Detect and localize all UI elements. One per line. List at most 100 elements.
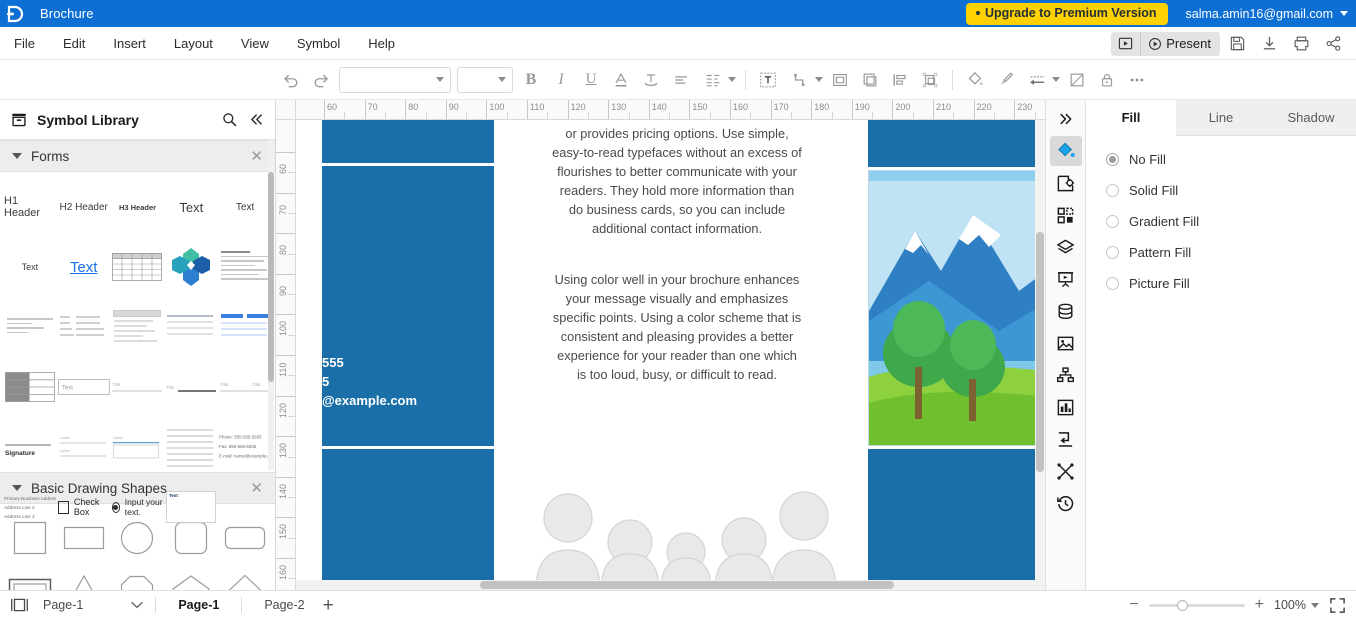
- page-view-icon[interactable]: [10, 597, 29, 613]
- canvas-horizontal-scroll-thumb[interactable]: [480, 581, 894, 589]
- brochure-panel-left-bottom[interactable]: [322, 449, 494, 590]
- form-item-text-small[interactable]: Text: [4, 238, 56, 296]
- form-item-field-area[interactable]: Label: [112, 418, 164, 476]
- menu-item-view[interactable]: View: [227, 31, 283, 56]
- align-text-icon[interactable]: [666, 66, 696, 94]
- sidebar-section-forms[interactable]: Forms ✕: [0, 140, 275, 172]
- chart-icon[interactable]: [1050, 392, 1082, 422]
- print-icon[interactable]: [1286, 31, 1316, 57]
- form-item-checkbox[interactable]: Check Box: [57, 478, 110, 536]
- tab-shadow[interactable]: Shadow: [1266, 100, 1356, 136]
- align-objects-icon[interactable]: [885, 66, 915, 94]
- form-item-radio[interactable]: Input your text.: [111, 478, 164, 536]
- frame-shape[interactable]: [6, 570, 55, 590]
- form-item-thin-line[interactable]: Title: [112, 358, 164, 416]
- add-page-button[interactable]: +: [315, 596, 342, 615]
- page-tab-page-1[interactable]: Page-1: [168, 598, 229, 612]
- octagon-shape[interactable]: [113, 570, 162, 590]
- shape-settings-icon[interactable]: [1050, 168, 1082, 198]
- form-item-grey-table[interactable]: [4, 358, 56, 416]
- undo-icon[interactable]: [276, 66, 306, 94]
- triangle-shape[interactable]: [60, 570, 109, 590]
- fill-option-no-fill[interactable]: No Fill: [1106, 152, 1336, 167]
- bold-button[interactable]: B: [516, 66, 546, 94]
- search-icon[interactable]: [221, 111, 238, 128]
- form-item-text-link[interactable]: Text: [58, 238, 110, 296]
- menu-item-help[interactable]: Help: [354, 31, 409, 56]
- share-icon[interactable]: [1318, 31, 1348, 57]
- font-family-select[interactable]: [339, 66, 451, 93]
- image-icon[interactable]: [1050, 328, 1082, 358]
- form-item-text-large[interactable]: Text: [165, 178, 217, 236]
- fill-option-pattern-fill[interactable]: Pattern Fill: [1106, 245, 1336, 260]
- zoom-in-button[interactable]: +: [1255, 597, 1264, 613]
- form-item-table[interactable]: [112, 238, 164, 296]
- redo-icon[interactable]: [306, 66, 336, 94]
- upgrade-to-premium-button[interactable]: Upgrade to Premium Version: [965, 2, 1168, 25]
- fill-bucket-icon[interactable]: [1049, 136, 1082, 166]
- menu-item-edit[interactable]: Edit: [49, 31, 99, 56]
- vertical-ruler[interactable]: 60708090100110120130140150160170: [276, 120, 296, 590]
- italic-button[interactable]: I: [546, 66, 576, 94]
- text-box-icon[interactable]: [753, 66, 783, 94]
- brochure-body-text-1[interactable]: or provides pricing options. Use simple,…: [552, 124, 802, 238]
- form-item-underline-lines[interactable]: [165, 298, 217, 356]
- brochure-body-text-2[interactable]: Using color well in your brochure enhanc…: [552, 270, 802, 384]
- scatter-connect-icon[interactable]: [1050, 456, 1082, 486]
- font-color-icon[interactable]: [606, 66, 636, 94]
- menu-item-file[interactable]: File: [0, 31, 49, 56]
- form-item-bold-line[interactable]: Title: [165, 358, 217, 416]
- close-icon[interactable]: ✕: [250, 149, 263, 164]
- sidebar-scrollbar-thumb[interactable]: [268, 172, 274, 382]
- form-item-card-lines[interactable]: [219, 238, 271, 296]
- group-icon[interactable]: [825, 66, 855, 94]
- zoom-out-button[interactable]: −: [1129, 597, 1138, 613]
- zoom-level-dropdown[interactable]: 100%: [1274, 598, 1319, 612]
- history-icon[interactable]: [1050, 488, 1082, 518]
- brochure-panel-left-top[interactable]: [322, 120, 494, 163]
- form-item-text-medium[interactable]: Text: [219, 178, 271, 236]
- underline-button[interactable]: U: [576, 66, 606, 94]
- canvas-viewport[interactable]: 555 5 @example.com or provides pricing o…: [296, 120, 1045, 590]
- lock-icon[interactable]: [1092, 66, 1122, 94]
- zoom-slider-handle[interactable]: [1176, 599, 1188, 611]
- form-item-signature[interactable]: Signature: [4, 418, 56, 476]
- form-item-h3-header[interactable]: H3 Header: [112, 178, 164, 236]
- form-item-contact-2col[interactable]: [58, 298, 110, 356]
- brochure-mountain-image[interactable]: [868, 170, 1045, 446]
- form-item-address-block[interactable]: [4, 298, 56, 356]
- menu-item-layout[interactable]: Layout: [160, 31, 227, 56]
- sidebar-scroll-area[interactable]: Forms ✕ H1 Header H2 Header H3 Header Te…: [0, 140, 275, 590]
- form-item-blue-form[interactable]: [219, 298, 271, 356]
- form-item-h2-header[interactable]: H2 Header: [58, 178, 110, 236]
- fill-color-icon[interactable]: [960, 66, 990, 94]
- menu-item-insert[interactable]: Insert: [99, 31, 160, 56]
- form-item-two-fields[interactable]: Label Label: [58, 418, 110, 476]
- form-item-image-box[interactable]: Text: [165, 478, 217, 536]
- arrange-icon[interactable]: [915, 66, 945, 94]
- form-item-form-list[interactable]: [112, 298, 164, 356]
- account-menu[interactable]: salma.amin16@gmail.com: [1186, 7, 1348, 21]
- present-button[interactable]: Present: [1141, 32, 1220, 56]
- form-item-input-box[interactable]: Text: [57, 358, 110, 416]
- canvas-vertical-scroll-thumb[interactable]: [1036, 232, 1044, 472]
- document-page[interactable]: 555 5 @example.com or provides pricing o…: [322, 120, 1045, 590]
- page-selector-dropdown[interactable]: Page-1: [43, 598, 144, 612]
- form-item-address-lines[interactable]: Primary Business Address Address Line 2 Ad…: [4, 478, 56, 536]
- font-size-select[interactable]: [457, 66, 513, 93]
- more-options-icon[interactable]: [1122, 66, 1152, 94]
- pentagon-shape[interactable]: [167, 570, 216, 590]
- brochure-panel-right-bottom[interactable]: [868, 449, 1045, 590]
- line-style-button[interactable]: [1020, 66, 1062, 94]
- org-chart-icon[interactable]: [1050, 360, 1082, 390]
- line-spacing-button[interactable]: [696, 66, 738, 94]
- menu-item-symbol[interactable]: Symbol: [283, 31, 354, 56]
- symbols-grid-icon[interactable]: [1050, 200, 1082, 230]
- form-item-long-form[interactable]: [165, 418, 217, 476]
- layers-icon[interactable]: [1050, 232, 1082, 262]
- horizontal-ruler[interactable]: 60 70 80 90 100 110 120 130 140 150 160 170 180 190 20…: [276, 100, 1045, 120]
- brochure-panel-right-top[interactable]: [868, 120, 1045, 167]
- fit-screen-icon[interactable]: [1329, 597, 1346, 614]
- form-item-phone-block[interactable]: Phone: 555-555-5555 Fax: 555-555-5555 E-ma…: [219, 418, 271, 476]
- form-item-two-col-line[interactable]: Title Title: [219, 358, 271, 416]
